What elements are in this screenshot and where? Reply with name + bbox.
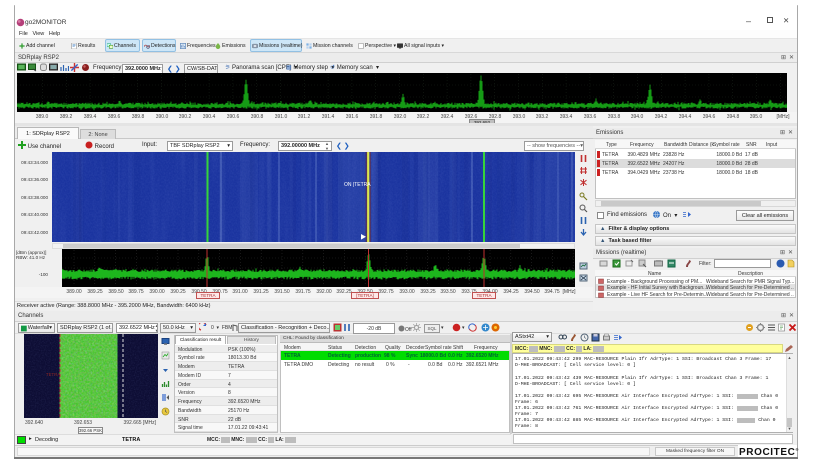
svg-text:TETRA: TETRA bbox=[46, 372, 60, 377]
svg-text:ON |TETRA: ON |TETRA bbox=[344, 182, 371, 188]
